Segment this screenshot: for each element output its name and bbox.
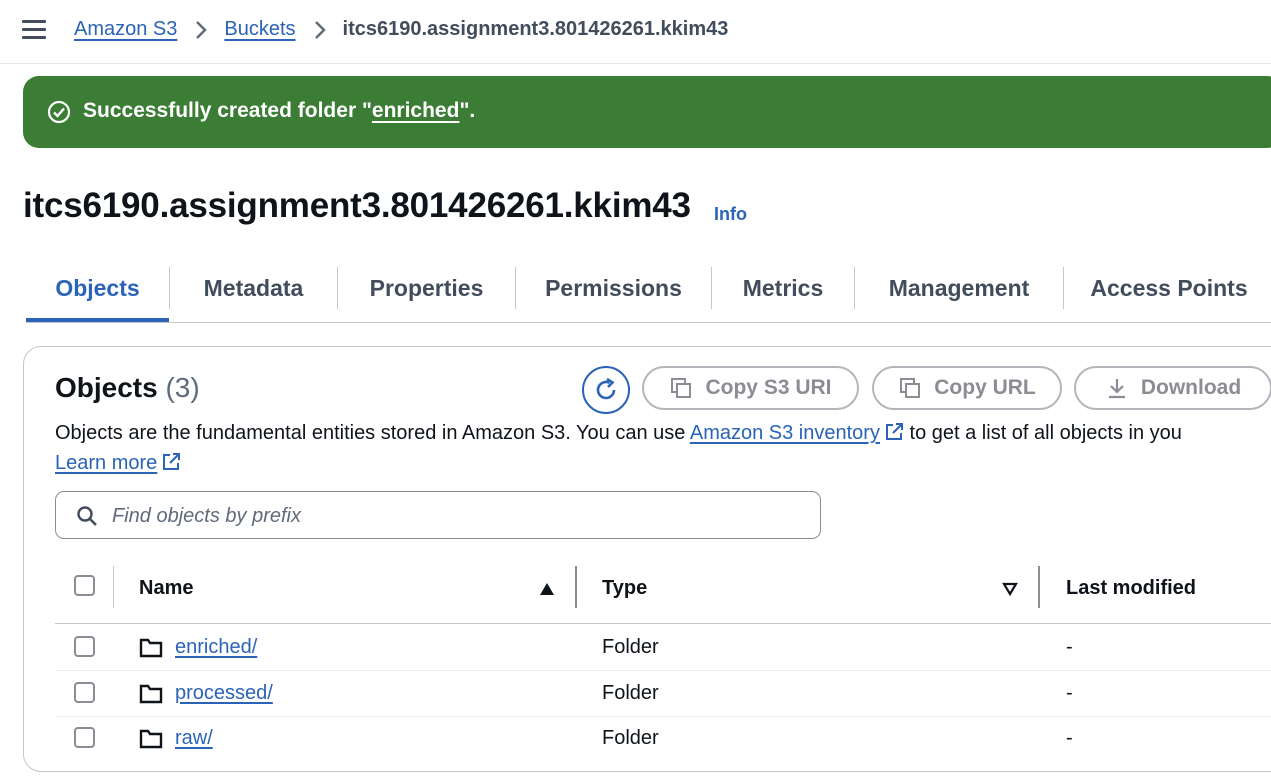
breadcrumb-amazon-s3[interactable]: Amazon S3 (74, 18, 177, 41)
row-checkbox[interactable] (74, 682, 95, 703)
object-last-modified: - (1066, 636, 1073, 658)
top-navigation-bar: Amazon S3 Buckets itcs6190.assignment3.8… (0, 0, 1271, 64)
column-header-type[interactable]: Type (602, 577, 647, 600)
learn-more: Learn more (55, 452, 181, 475)
breadcrumb-buckets[interactable]: Buckets (224, 18, 295, 41)
objects-description: Objects are the fundamental entities sto… (55, 422, 1182, 444)
object-name-link[interactable]: raw/ (175, 727, 213, 750)
flash-folder-link[interactable]: enriched (372, 99, 460, 122)
tab-access-points[interactable]: Access Points (1064, 260, 1271, 318)
page-title: itcs6190.assignment3.801426261.kkim43 (23, 186, 691, 225)
copy-icon (671, 378, 692, 398)
sort-descending-icon[interactable] (1002, 582, 1018, 596)
tab-management[interactable]: Management (855, 260, 1063, 318)
objects-table-header: Name Type Last modified (55, 559, 1271, 624)
menu-icon[interactable] (22, 20, 46, 40)
column-header-last-modified[interactable]: Last modified (1066, 577, 1196, 600)
objects-panel: Objects (3) Copy S3 URI Copy URL Downloa… (23, 346, 1271, 772)
success-check-icon (47, 100, 71, 124)
refresh-button[interactable] (582, 366, 630, 414)
folder-icon (139, 638, 163, 658)
folder-icon (139, 684, 163, 704)
chevron-right-icon (196, 20, 208, 39)
object-name-link[interactable]: enriched/ (175, 636, 257, 659)
chevron-right-icon (314, 20, 326, 39)
success-flash-banner: Successfully created folder "enriched". (23, 76, 1271, 148)
object-last-modified: - (1066, 727, 1073, 749)
prefix-search (55, 491, 821, 539)
breadcrumb: Amazon S3 Buckets itcs6190.assignment3.8… (74, 18, 728, 41)
copy-icon (900, 378, 921, 398)
search-input[interactable] (110, 501, 804, 531)
refresh-icon (596, 377, 616, 400)
tab-objects[interactable]: Objects (26, 260, 169, 322)
column-resizer[interactable] (575, 566, 577, 608)
learn-more-link[interactable]: Learn more (55, 452, 157, 474)
object-type: Folder (602, 727, 659, 749)
flash-message: Successfully created folder "enriched". (83, 99, 476, 122)
external-link-icon (163, 453, 181, 470)
row-checkbox[interactable] (74, 636, 95, 657)
breadcrumb-current-bucket: itcs6190.assignment3.801426261.kkim43 (342, 18, 729, 40)
object-type: Folder (602, 682, 659, 704)
tab-permissions[interactable]: Permissions (516, 260, 711, 318)
download-button[interactable]: Download (1074, 366, 1271, 410)
tab-properties[interactable]: Properties (338, 260, 515, 318)
download-icon (1108, 379, 1125, 399)
object-type: Folder (602, 636, 659, 658)
column-header-name[interactable]: Name (139, 577, 193, 600)
external-link-icon (885, 423, 903, 440)
row-checkbox[interactable] (74, 727, 95, 748)
sort-ascending-icon[interactable] (539, 582, 555, 596)
object-name-link[interactable]: processed/ (175, 682, 273, 705)
select-all-checkbox[interactable] (74, 575, 95, 596)
objects-heading: Objects (3) (55, 372, 200, 403)
folder-icon (139, 729, 163, 749)
table-row: enriched/ Folder - (55, 624, 1271, 671)
tab-metrics[interactable]: Metrics (712, 260, 854, 318)
object-last-modified: - (1066, 682, 1073, 704)
objects-count: (3) (165, 372, 200, 403)
bucket-tabs: Objects Metadata Properties Permissions … (26, 260, 1271, 323)
s3-inventory-link[interactable]: Amazon S3 inventory (690, 422, 880, 444)
search-icon (77, 506, 97, 526)
tab-metadata[interactable]: Metadata (170, 260, 337, 318)
copy-s3-uri-button[interactable]: Copy S3 URI (642, 366, 859, 410)
column-resizer[interactable] (1038, 566, 1040, 608)
copy-url-button[interactable]: Copy URL (872, 366, 1062, 410)
table-row: raw/ Folder - (55, 715, 1271, 761)
info-link[interactable]: Info (714, 204, 747, 225)
table-row: processed/ Folder - (55, 670, 1271, 717)
